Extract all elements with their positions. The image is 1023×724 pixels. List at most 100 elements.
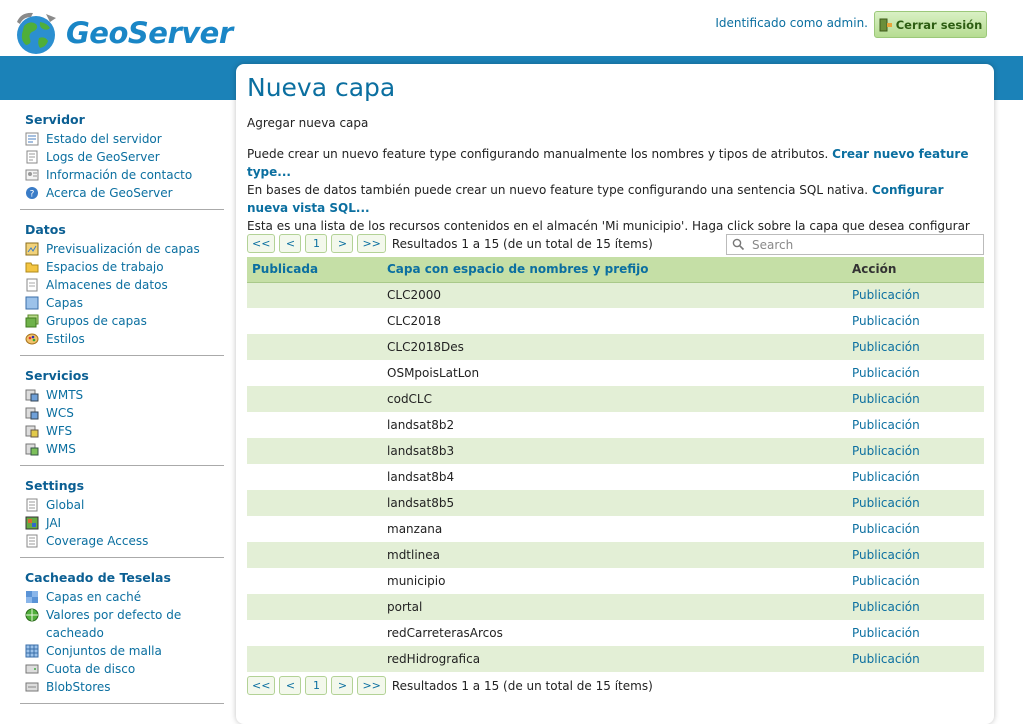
sidebar-item-conjuntos-malla[interactable]: Conjuntos de malla [20,642,224,660]
sidebar: Servidor Estado del servidor Logs de Geo… [20,104,224,708]
publish-link[interactable]: Publicación [852,548,920,562]
table-row: manzana Publicación [247,516,984,542]
server-status-icon [25,132,39,146]
layer-name-cell: landsat8b3 [382,438,847,464]
gridsets-icon [25,644,39,658]
pager-top: << < 1 > >> Resultados 1 a 15 (de un tot… [247,234,653,253]
pager-last-button[interactable]: >> [357,234,386,253]
layer-groups-icon [25,314,39,328]
sidebar-item-label: Conjuntos de malla [46,644,162,658]
sidebar-item-wcs[interactable]: WCS [20,404,224,422]
pager-first-button[interactable]: << [247,234,276,253]
sidebar-item-almacenes[interactable]: Almacenes de datos [20,276,224,294]
column-header-layer-name[interactable]: Capa con espacio de nombres y prefijo [382,257,847,283]
pager-prev-button[interactable]: < [279,676,302,695]
sidebar-item-estilos[interactable]: Estilos [20,330,224,348]
publish-link[interactable]: Publicación [852,314,920,328]
publish-link[interactable]: Publicación [852,418,920,432]
publish-link[interactable]: Publicación [852,470,920,484]
sidebar-section-servidor: Servidor Estado del servidor Logs de Geo… [20,104,224,210]
sidebar-section-servicios: Servicios WMTS WCS WFS WMS [20,360,224,466]
table-row: landsat8b4 Publicación [247,464,984,490]
publish-link[interactable]: Publicación [852,652,920,666]
sidebar-item-label: Estado del servidor [46,132,162,146]
table-row: portal Publicación [247,594,984,620]
service-icon [25,407,39,420]
pager-next-button[interactable]: > [331,676,354,695]
sidebar-item-espacios[interactable]: Espacios de trabajo [20,258,224,276]
search-input[interactable] [750,236,970,253]
publish-link[interactable]: Publicación [852,366,920,380]
pager-page-1-button[interactable]: 1 [305,234,328,253]
pager-prev-button[interactable]: < [279,234,302,253]
table-row: redCarreterasArcos Publicación [247,620,984,646]
sidebar-item-grupos[interactable]: Grupos de capas [20,312,224,330]
publish-link[interactable]: Publicación [852,600,920,614]
pager-next-button[interactable]: > [331,234,354,253]
logout-button[interactable]: Cerrar sesión [874,11,987,38]
sidebar-item-previsualizacion[interactable]: Previsualización de capas [20,240,224,258]
sidebar-item-valores-defecto[interactable]: Valores por defecto de cacheado [20,606,224,642]
tile-layers-icon [26,591,38,603]
sidebar-item-wms[interactable]: WMS [20,440,224,458]
sidebar-item-estado-servidor[interactable]: Estado del servidor [20,130,224,148]
pager-last-button[interactable]: >> [357,676,386,695]
publish-link[interactable]: Publicación [852,392,920,406]
sidebar-item-contacto[interactable]: Información de contacto [20,166,224,184]
sidebar-item-capas[interactable]: Capas [20,294,224,312]
sidebar-title: Datos [25,222,66,237]
logout-label: Cerrar sesión [895,17,983,32]
sidebar-item-acerca[interactable]: ? Acerca de GeoServer [20,184,224,202]
published-cell [247,620,382,646]
content-panel: Nueva capa Agregar nueva capa Puede crea… [236,64,994,724]
sidebar-item-wfs[interactable]: WFS [20,422,224,440]
sidebar-item-blobstores[interactable]: BlobStores [20,678,224,696]
sidebar-item-global[interactable]: Global [20,496,224,514]
sidebar-item-label: Información de contacto [46,168,193,182]
sidebar-item-jai[interactable]: JAI [20,514,224,532]
publish-link[interactable]: Publicación [852,522,920,536]
logs-icon [26,150,38,164]
sidebar-item-label: Valores por defecto de cacheado [46,608,182,640]
pager-info: Resultados 1 a 15 (de un total de 15 íte… [391,236,653,251]
description-line-2: En bases de datos también puede crear un… [247,183,869,197]
table-row: landsat8b5 Publicación [247,490,984,516]
sidebar-item-label: WMTS [46,388,84,402]
publish-link[interactable]: Publicación [852,496,920,510]
sidebar-item-label: Capas [46,296,83,310]
publish-link[interactable]: Publicación [852,444,920,458]
header: GeoServer Identificado como admin. Cerra… [0,0,1023,56]
geoserver-logo[interactable]: GeoServer [12,10,233,56]
pager-info: Resultados 1 a 15 (de un total de 15 íte… [391,678,653,693]
table-header-row: Publicada Capa con espacio de nombres y … [247,257,984,283]
publish-link[interactable]: Publicación [852,626,920,640]
sidebar-item-coverage-access[interactable]: Coverage Access [20,532,224,550]
pager-page-1-button[interactable]: 1 [305,676,328,695]
svg-text:?: ? [30,190,35,200]
pager-first-button[interactable]: << [247,676,276,695]
sidebar-item-label: Estilos [46,332,85,346]
description-line-1: Puede crear un nuevo feature type config… [247,147,829,161]
publish-link[interactable]: Publicación [852,574,920,588]
published-cell [247,490,382,516]
published-cell [247,516,382,542]
sidebar-item-logs[interactable]: Logs de GeoServer [20,148,224,166]
table-row: CLC2018 Publicación [247,308,984,334]
sidebar-item-cuota-disco[interactable]: Cuota de disco [20,660,224,678]
sidebar-item-wmts[interactable]: WMTS [20,386,224,404]
service-icon [25,425,39,438]
contact-icon [25,169,39,181]
layers-table: Publicada Capa con espacio de nombres y … [247,257,984,672]
published-cell [247,646,382,672]
published-cell [247,360,382,386]
column-header-published[interactable]: Publicada [247,257,382,283]
sidebar-item-label: WFS [46,424,73,438]
sidebar-item-capas-cache[interactable]: Capas en caché [20,588,224,606]
layer-name-cell: CLC2018Des [382,334,847,360]
sidebar-item-label: Coverage Access [46,534,149,548]
layer-name-cell: redCarreterasArcos [382,620,847,646]
publish-link[interactable]: Publicación [852,340,920,354]
coverage-access-icon [26,534,38,548]
publish-link[interactable]: Publicación [852,288,920,302]
about-icon: ? [26,187,38,200]
